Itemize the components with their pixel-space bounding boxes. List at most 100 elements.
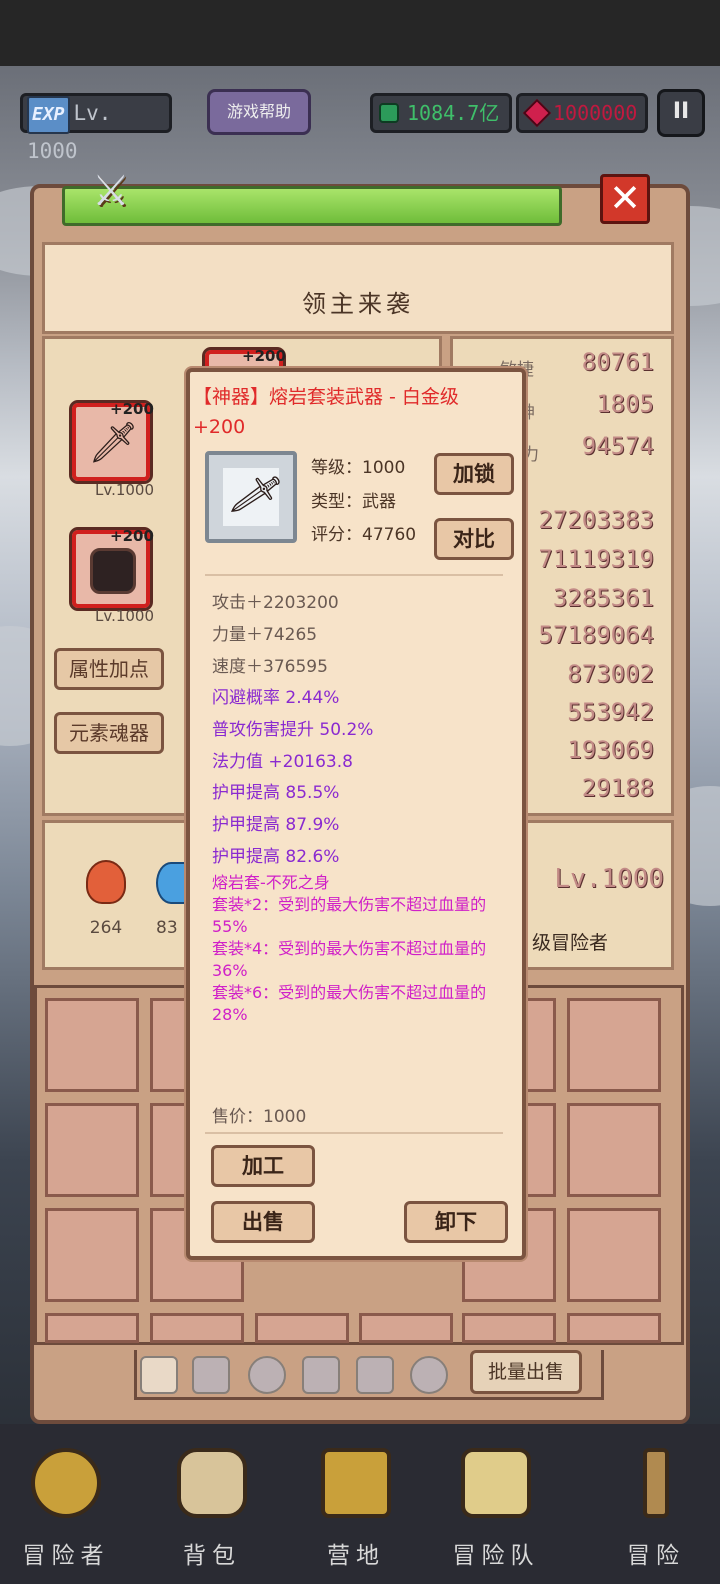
stat-value: 27203383 <box>538 506 654 534</box>
slot-plus: +200 <box>110 527 154 545</box>
ring-tab-icon[interactable] <box>410 1356 448 1394</box>
crossed-swords-icon: ⚔ <box>92 166 130 215</box>
inventory-cell[interactable] <box>45 1103 139 1197</box>
gem-icon <box>379 103 399 123</box>
extra-stat: 护甲提高 87.9% <box>212 815 340 835</box>
panel-title: 领主来袭 <box>302 290 414 318</box>
stat-value: 3285361 <box>552 584 654 612</box>
base-stat: 力量＋74265 <box>212 625 318 645</box>
nav-backpack[interactable]: 背包 <box>152 1440 272 1580</box>
inventory-cell[interactable] <box>45 998 139 1092</box>
exp-icon: EXP <box>27 96 70 134</box>
inventory-cell[interactable] <box>45 1313 139 1343</box>
divider <box>205 574 503 576</box>
nav-label: 背包 <box>183 1543 241 1569</box>
slot-level: Lv.1000 <box>95 481 155 499</box>
stat-value: 29188 <box>581 774 654 802</box>
set-bonus: 套装*4：受到的最大伤害不超过血量的36% <box>212 939 487 980</box>
close-button[interactable]: ✕ <box>600 174 650 224</box>
fire-element-value: 264 <box>89 918 123 938</box>
slot-level: Lv.1000 <box>95 607 155 625</box>
item-level: 等级：1000 <box>311 458 406 478</box>
nav-label: 冒险队 <box>452 1543 540 1569</box>
boots-tab-icon[interactable] <box>356 1356 394 1394</box>
extra-stat: 法力值 +20163.8 <box>212 752 353 772</box>
hero-title: 级冒险者 <box>532 932 609 954</box>
help-button[interactable]: 游戏帮助 <box>207 89 311 135</box>
nav-label: 冒险 <box>627 1543 685 1569</box>
nav-adventure[interactable]: 冒险 <box>596 1440 716 1580</box>
inventory-cell[interactable] <box>567 998 661 1092</box>
sword-icon: 🗡 <box>225 465 287 524</box>
crown-icon <box>31 1448 101 1518</box>
nav-adventurer[interactable]: 冒险者 <box>6 1440 126 1580</box>
stat-value: 94574 <box>581 432 654 460</box>
fire-element-icon <box>86 860 126 904</box>
base-stat: 速度＋376595 <box>212 657 328 677</box>
set-bonus: 套装*2：受到的最大伤害不超过血量的55% <box>212 895 487 936</box>
unequip-button[interactable]: 卸下 <box>404 1201 508 1243</box>
attribute-points-button[interactable]: 属性加点 <box>54 648 164 690</box>
hero-level: Lv.1000 <box>554 864 664 894</box>
helmet-tab-icon[interactable] <box>248 1356 286 1394</box>
base-stat: 攻击＋2203200 <box>212 593 339 613</box>
gem-currency: 1084.7亿 <box>370 93 512 133</box>
compare-button[interactable]: 对比 <box>434 518 514 560</box>
sell-button[interactable]: 出售 <box>211 1201 315 1243</box>
element-soul-button[interactable]: 元素魂器 <box>54 712 164 754</box>
gauntlet-icon <box>90 548 136 594</box>
nav-label: 营地 <box>327 1543 385 1569</box>
chest-tab-icon[interactable] <box>302 1356 340 1394</box>
stat-value: 57189064 <box>538 621 654 649</box>
item-title: 【神器】熔岩套装武器 - 白金级 +200 <box>193 382 519 442</box>
stat-value: 80761 <box>581 348 654 376</box>
extra-stat: 护甲提高 85.5% <box>212 783 340 803</box>
sword-icon: 🗡 <box>88 420 139 466</box>
slot-plus: +200 <box>242 347 286 365</box>
level-display: EXP Lv. 1000 <box>20 93 172 163</box>
inventory-cell[interactable] <box>567 1103 661 1197</box>
stat-value: 553942 <box>567 698 654 726</box>
stat-value: 1805 <box>596 390 654 418</box>
stat-value: 71119319 <box>538 545 654 573</box>
gem-amount: 1084.7亿 <box>407 101 500 125</box>
stat-value: 873002 <box>567 660 654 688</box>
set-bonus: 套装*6：受到的最大伤害不超过血量的28% <box>212 983 487 1024</box>
status-bar <box>0 0 720 66</box>
extra-stat: 护甲提高 82.6% <box>212 847 340 867</box>
stat-value: 193069 <box>567 736 654 764</box>
item-name: 【神器】熔岩套装武器 - 白金级 <box>193 386 459 408</box>
inventory-cell[interactable] <box>462 1313 556 1343</box>
armor-tab-icon[interactable] <box>192 1356 230 1394</box>
set-name: 熔岩套-不死之身 <box>212 873 330 892</box>
sword-nav-icon <box>643 1448 669 1518</box>
water-element-icon <box>156 862 186 904</box>
divider <box>205 1132 503 1134</box>
batch-sell-button[interactable]: 批量出售 <box>470 1350 582 1394</box>
item-plus: +200 <box>193 416 246 438</box>
craft-button[interactable]: 加工 <box>211 1145 315 1187</box>
inventory-cell[interactable] <box>255 1313 349 1343</box>
ruby-currency: 1000000 <box>516 93 648 133</box>
book-icon <box>461 1448 531 1518</box>
nav-team[interactable]: 冒险队 <box>436 1440 556 1580</box>
extra-stat: 普攻伤害提升 50.2% <box>212 720 374 740</box>
lock-button[interactable]: 加锁 <box>434 453 514 495</box>
extra-stat: 闪避概率 2.44% <box>212 688 340 708</box>
item-type: 类型：武器 <box>311 492 396 512</box>
pause-button[interactable]: II <box>657 89 705 137</box>
inventory-cell[interactable] <box>359 1313 453 1343</box>
backpack-icon <box>177 1448 247 1518</box>
banner-icon <box>321 1448 391 1518</box>
inventory-cell[interactable] <box>567 1313 661 1343</box>
ruby-icon <box>522 98 552 128</box>
item-icon-bg: 🗡 <box>223 466 286 526</box>
water-element-value: 83 <box>156 918 178 938</box>
nav-camp[interactable]: 营地 <box>296 1440 416 1580</box>
ruby-amount: 1000000 <box>553 101 638 125</box>
inventory-cell[interactable] <box>150 1313 244 1343</box>
inventory-cell[interactable] <box>45 1208 139 1302</box>
weapon-tab-icon[interactable] <box>140 1356 178 1394</box>
slot-plus: +200 <box>110 400 154 418</box>
inventory-cell[interactable] <box>567 1208 661 1302</box>
